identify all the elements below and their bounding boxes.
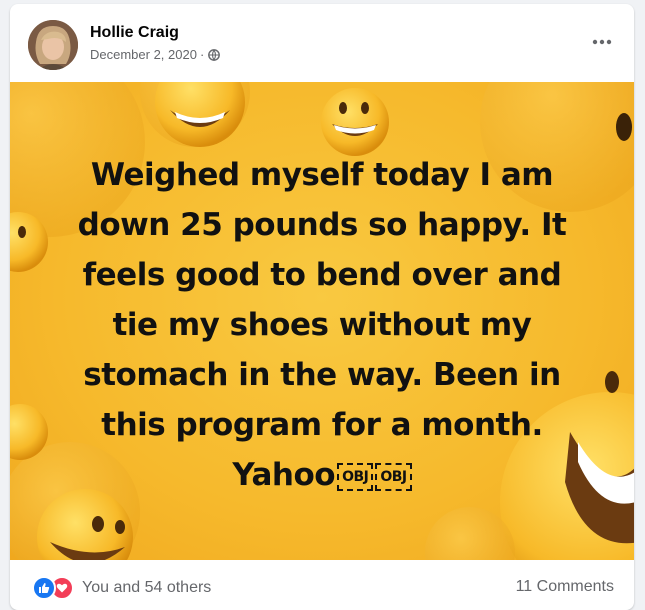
post-body-text: Weighed myself today I am down 25 pounds…	[50, 150, 594, 500]
globe-icon[interactable]	[208, 48, 221, 61]
post-line-last: Yahoo OBJ OBJ	[50, 450, 594, 500]
post-line: down 25 pounds so happy. It	[77, 207, 567, 243]
post-card: Hollie Craig December 2, 2020 · Weighed …	[10, 4, 634, 610]
post-meta: December 2, 2020 ·	[90, 47, 221, 62]
post-line: stomach in the way. Been in	[83, 357, 561, 393]
author-name[interactable]: Hollie Craig	[90, 24, 179, 42]
comments-count[interactable]: 11 Comments	[516, 578, 614, 596]
post-line: Yahoo	[232, 457, 336, 493]
avatar[interactable]	[28, 20, 78, 70]
reactions-summary[interactable]: You and 54 others	[32, 576, 211, 600]
post-line: Weighed myself today I am	[90, 157, 554, 193]
post-footer: You and 54 others 11 Comments	[10, 560, 634, 610]
like-icon	[32, 576, 56, 600]
meta-separator: ·	[199, 47, 205, 62]
post-line: feels good to bend over and	[82, 257, 562, 293]
obj-placeholder: OBJ	[375, 462, 412, 491]
obj-placeholder: OBJ	[337, 462, 374, 491]
post-image[interactable]: Weighed myself today I am down 25 pounds…	[10, 82, 634, 560]
more-options-icon[interactable]	[590, 32, 614, 52]
post-line: this program for a month.	[101, 407, 543, 443]
post-line: tie my shoes without my	[112, 307, 532, 343]
reactions-count[interactable]: You and 54 others	[82, 579, 211, 597]
post-header: Hollie Craig December 2, 2020 ·	[10, 4, 634, 82]
post-date[interactable]: December 2, 2020	[90, 47, 197, 62]
